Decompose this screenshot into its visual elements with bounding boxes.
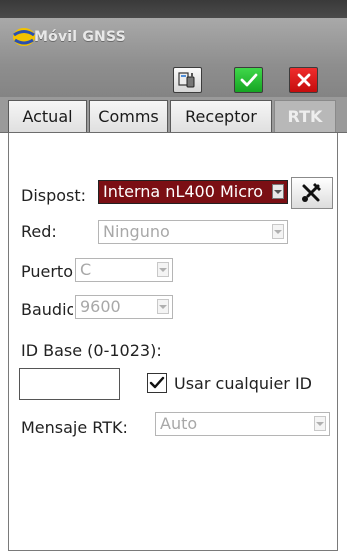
top-status-band — [0, 0, 347, 18]
puerto-value: C — [80, 260, 92, 279]
title-bar: Móvil GNSS — [0, 18, 347, 98]
checkmark-icon — [149, 376, 165, 389]
baudios-value: 9600 — [80, 297, 121, 316]
ok-button[interactable] — [234, 67, 263, 93]
dispositivo-value: Interna nL400 Micro — [103, 182, 264, 201]
close-icon — [297, 73, 310, 87]
dispositivo-select[interactable]: Interna nL400 Micro — [98, 180, 288, 204]
app-title: Móvil GNSS — [34, 29, 126, 45]
checkmark-icon — [240, 73, 257, 87]
usar-cualquier-id-label: Usar cualquier ID — [174, 374, 312, 393]
mensaje-rtk-value: Auto — [160, 414, 198, 433]
baudios-select[interactable]: 9600 — [75, 295, 173, 319]
tab-comms[interactable]: Comms — [89, 100, 168, 132]
id-base-label: ID Base (0-1023): — [21, 341, 162, 360]
dropdown-arrow-icon — [157, 262, 169, 277]
red-select[interactable]: Ninguno — [98, 220, 288, 244]
tab-receptor[interactable]: Receptor — [170, 100, 272, 132]
tools-icon — [302, 183, 321, 202]
dispositivo-label: Dispost: — [21, 186, 87, 205]
red-value: Ninguno — [103, 222, 170, 241]
settings-icon — [177, 72, 194, 88]
settings-button[interactable] — [173, 67, 202, 93]
puerto-label: Puerto — [21, 262, 73, 281]
dropdown-arrow-icon — [314, 416, 326, 431]
tab-bar: Actual Comms Receptor RTK — [0, 97, 347, 133]
dropdown-arrow-icon — [272, 224, 284, 239]
tools-button[interactable] — [291, 177, 333, 209]
red-label: Red: — [21, 222, 57, 241]
tab-actual[interactable]: Actual — [8, 100, 87, 132]
usar-cualquier-id-checkbox[interactable] — [147, 373, 167, 393]
mensaje-rtk-select[interactable]: Auto — [155, 412, 330, 436]
dropdown-arrow-icon — [272, 184, 284, 199]
tab-rtk[interactable]: RTK — [274, 100, 336, 132]
baudios-label: Baudios — [21, 300, 73, 319]
puerto-select[interactable]: C — [75, 258, 173, 282]
app-logo-icon — [13, 28, 35, 46]
id-base-input[interactable] — [19, 368, 120, 400]
cancel-button[interactable] — [289, 67, 318, 93]
dropdown-arrow-icon — [157, 299, 169, 314]
mensaje-rtk-label: Mensaje RTK: — [21, 418, 128, 437]
